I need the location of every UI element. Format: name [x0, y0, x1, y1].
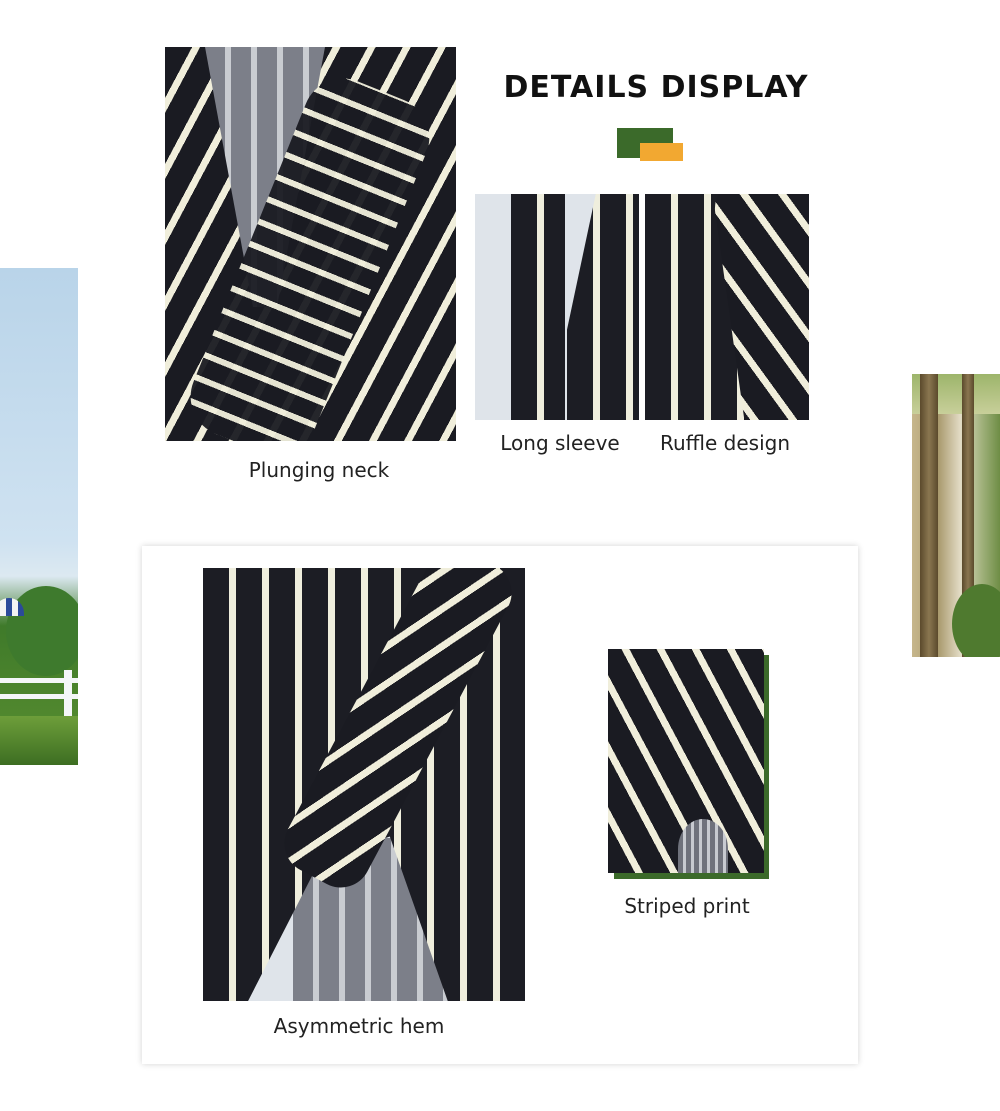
sleeve-shape	[511, 194, 565, 420]
asymmetric-hem-caption: Asymmetric hem	[273, 1014, 445, 1038]
grass-shape	[0, 716, 78, 765]
dress-body-shape	[567, 194, 639, 420]
ruffle-design-caption: Ruffle design	[659, 431, 791, 455]
striped-print-photo	[608, 649, 764, 873]
section-heading: DETAILS DISPLAY	[503, 70, 809, 105]
tree-trunk-shape	[920, 374, 938, 657]
long-sleeve-caption: Long sleeve	[500, 431, 620, 455]
left-outdoor-photo	[0, 268, 78, 765]
striped-print-caption: Striped print	[624, 894, 750, 918]
right-outdoor-photo	[912, 374, 1000, 657]
fence-shape	[0, 670, 78, 716]
plunging-neck-caption: Plunging neck	[248, 458, 390, 482]
bush-shape	[952, 584, 1000, 657]
fabric-fold	[678, 819, 728, 873]
long-sleeve-photo	[475, 194, 639, 420]
asymmetric-hem-photo	[203, 568, 525, 1001]
plunging-neck-photo	[165, 47, 456, 441]
ruffle-design-photo	[645, 194, 809, 420]
heading-accent-orange	[640, 143, 683, 161]
